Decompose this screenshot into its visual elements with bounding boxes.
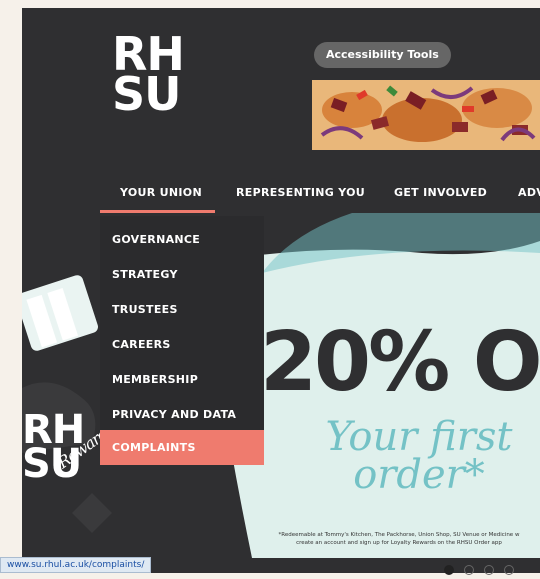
nav-your-union[interactable]: YOUR UNION xyxy=(120,186,202,199)
main-nav: YOUR UNION REPRESENTING YOU GET INVOLVED… xyxy=(22,182,540,214)
carousel-dot-3[interactable] xyxy=(484,565,494,575)
dropdown-item-careers[interactable]: CAREERS xyxy=(100,327,264,362)
promo-script-line-2: order* xyxy=(353,452,485,498)
nav-get-involved[interactable]: GET INVOLVED xyxy=(394,186,487,199)
your-union-dropdown-menu: GOVERNANCE STRATEGY TRUSTEES CAREERS MEM… xyxy=(100,216,264,465)
footnote-line-2: create an account and sign up for Loyalt… xyxy=(296,540,502,546)
promo-first-order-text: Your first order* xyxy=(304,414,534,498)
drink-cup-icon xyxy=(22,275,98,351)
accessibility-tools-button[interactable]: Accessibility Tools xyxy=(314,42,451,68)
carousel-dot-4[interactable] xyxy=(504,565,514,575)
nav-representing-you[interactable]: REPRESENTING YOU xyxy=(236,186,365,199)
food-banner-image xyxy=(312,80,540,150)
carousel-dot-1[interactable] xyxy=(444,565,454,575)
logo-line-2: SU xyxy=(112,67,181,121)
page: RH SU Accessibility Tools YOUR UNION REP… xyxy=(22,8,540,573)
site-header: RH SU Accessibility Tools YOUR UNION REP… xyxy=(22,8,540,213)
pizza-illustration xyxy=(312,80,540,150)
rhsu-logo[interactable]: RH SU xyxy=(112,31,185,121)
promo-footnote: *Redeemable at Tommy's Kitchen, The Pack… xyxy=(258,531,540,547)
promo-script-line-1: Your first xyxy=(325,414,513,460)
promo-discount-text: 20% OF xyxy=(260,315,540,410)
carousel-dot-2[interactable] xyxy=(464,565,474,575)
footnote-line-1: *Redeemable at Tommy's Kitchen, The Pack… xyxy=(278,532,520,538)
dropdown-item-strategy[interactable]: STRATEGY xyxy=(100,257,264,292)
status-bar-url: www.su.rhul.ac.uk/complaints/ xyxy=(0,557,152,573)
dropdown-item-complaints[interactable]: COMPLAINTS xyxy=(100,430,264,465)
dropdown-item-membership[interactable]: MEMBERSHIP xyxy=(100,362,264,397)
dropdown-item-trustees[interactable]: TRUSTEES xyxy=(100,292,264,327)
nav-advice[interactable]: ADV xyxy=(518,186,540,199)
carousel-dots xyxy=(444,560,514,575)
dropdown-item-governance[interactable]: GOVERNANCE xyxy=(100,222,264,257)
rewards-logo: RH SU Rewards xyxy=(22,410,117,484)
dropdown-item-privacy-and-data[interactable]: PRIVACY AND DATA xyxy=(100,397,264,432)
